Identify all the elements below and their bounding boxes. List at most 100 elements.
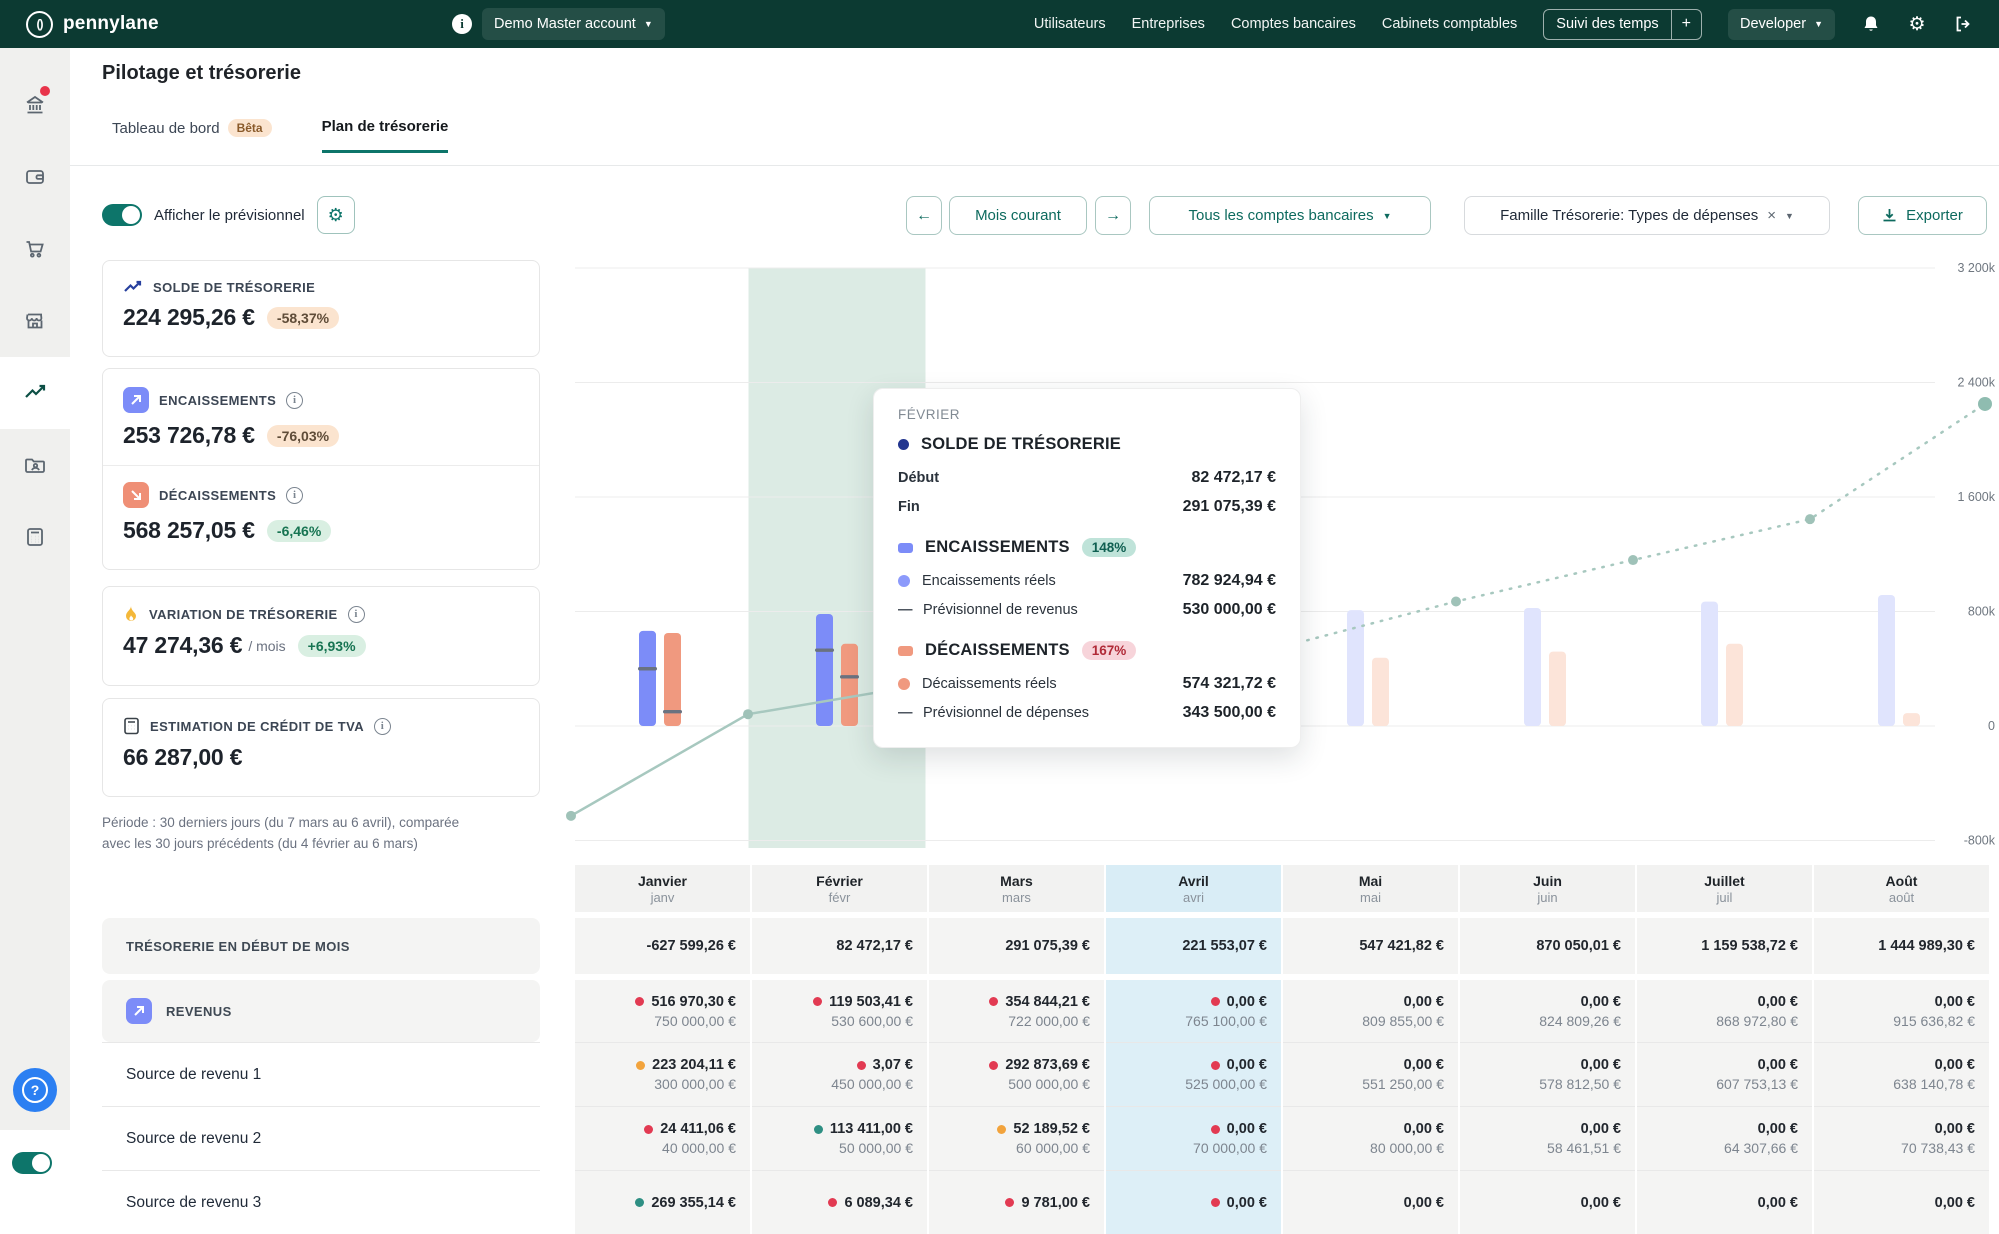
tooltip-value: 343 500,00 €: [1183, 704, 1276, 722]
sidebar-item-accounting[interactable]: [0, 501, 70, 573]
source-row-label[interactable]: Source de revenu 1: [102, 1042, 540, 1106]
controls-row: Afficher le prévisionnel ⚙ ← Mois couran…: [70, 196, 1999, 236]
treasury-start-cell: 221 553,07 €: [1106, 918, 1281, 974]
chevron-down-icon: ▼: [1785, 211, 1794, 221]
revenue-cell: 0,00 €607 753,13 €: [1637, 1042, 1812, 1106]
clear-filter-icon[interactable]: ×: [1767, 207, 1776, 224]
calculator-icon: [123, 717, 140, 735]
kpi-value: 253 726,78 €: [123, 422, 255, 449]
bar-encaissements: [639, 631, 656, 726]
outflow-arrow-icon: [123, 482, 149, 508]
cell-actual-value: 0,00 €: [1935, 1057, 1975, 1073]
sidebar-item-wallet[interactable]: [0, 141, 70, 213]
sidebar-item-bank[interactable]: [0, 69, 70, 141]
table-column-header[interactable]: Marsmars: [929, 865, 1104, 912]
nav-link-entreprises[interactable]: Entreprises: [1132, 16, 1205, 32]
tab-tableau-de-bord[interactable]: Tableau de bord Bêta: [112, 118, 272, 153]
nav-link-utilisateurs[interactable]: Utilisateurs: [1034, 16, 1106, 32]
sidebar-item-contacts[interactable]: [0, 429, 70, 501]
chart-tooltip: FÉVRIER SOLDE DE TRÉSORERIE Début82 472,…: [873, 388, 1301, 748]
export-button-label: Exporter: [1906, 207, 1963, 224]
export-button[interactable]: Exporter: [1858, 196, 1987, 235]
table-column-header[interactable]: Avrilavri: [1106, 865, 1281, 912]
bank-accounts-filter[interactable]: Tous les comptes bancaires ▼: [1149, 196, 1431, 235]
sidebar-item-sales[interactable]: [0, 285, 70, 357]
red-status-dot-icon: [1211, 1061, 1220, 1070]
gear-icon[interactable]: ⚙: [1907, 14, 1927, 34]
cell-value: 547 421,82 €: [1359, 938, 1444, 954]
column-month: Juin: [1533, 873, 1562, 889]
tooltip-label: Prévisionnel de dépenses: [923, 705, 1089, 721]
tab-label: Tableau de bord: [112, 120, 220, 137]
period-note-line2: avec les 30 jours précédents (du 4 févri…: [102, 834, 540, 855]
info-icon[interactable]: i: [348, 606, 365, 623]
table-column-header[interactable]: Juinjuin: [1460, 865, 1635, 912]
table-column-header[interactable]: Aoûtaoût: [1814, 865, 1989, 912]
table-column-header[interactable]: Janvierjanv: [575, 865, 750, 912]
cell-actual-value: 0,00 €: [1935, 994, 1975, 1010]
table-column-header[interactable]: Maimai: [1283, 865, 1458, 912]
table-column-header[interactable]: Févrierfévr: [752, 865, 927, 912]
info-icon[interactable]: i: [374, 718, 391, 735]
bar-decaissements: [1549, 652, 1566, 726]
solde-end-point: [1978, 397, 1992, 411]
red-status-dot-icon: [813, 997, 822, 1006]
cell-value: 1 444 989,30 €: [1878, 938, 1975, 954]
chevron-down-icon: ▼: [1814, 19, 1823, 29]
time-tracking-add-button[interactable]: +: [1671, 10, 1701, 39]
source-row-label[interactable]: Source de revenu 2: [102, 1106, 540, 1170]
cell-actual-value: 516 970,30 €: [635, 994, 736, 1010]
table-column-header[interactable]: Juilletjuil: [1637, 865, 1812, 912]
revenues-row-label[interactable]: REVENUS: [102, 980, 540, 1042]
red-status-dot-icon: [989, 1061, 998, 1070]
bell-icon[interactable]: [1861, 14, 1881, 34]
bar-encaissements: [1878, 595, 1895, 726]
nav-link-comptes-bancaires[interactable]: Comptes bancaires: [1231, 16, 1356, 32]
period-note-line1: Période : 30 derniers jours (du 7 mars a…: [102, 813, 540, 834]
info-icon[interactable]: i: [286, 487, 303, 504]
logout-icon[interactable]: [1953, 14, 1973, 34]
sidebar: ?: [0, 48, 70, 1130]
cell-value: 221 553,07 €: [1182, 938, 1267, 954]
revenue-cell: 0,00 €: [1637, 1170, 1812, 1234]
sidebar-item-purchases[interactable]: [0, 213, 70, 285]
treasury-start-cell: 291 075,39 €: [929, 918, 1104, 974]
current-month-button[interactable]: Mois courant: [949, 196, 1087, 235]
tick-previsionnel-revenus: [815, 648, 834, 651]
time-tracking-control: Suivi des temps +: [1543, 9, 1702, 40]
family-filter[interactable]: Famille Trésorerie: Types de dépenses × …: [1464, 196, 1830, 235]
tab-plan-de-tresorerie[interactable]: Plan de trésorerie: [322, 118, 449, 153]
forecast-toggle[interactable]: [102, 204, 142, 226]
cell-actual-value: 0,00 €: [1935, 1121, 1975, 1137]
info-icon[interactable]: i: [452, 14, 472, 34]
bar-encaissements: [1524, 608, 1541, 726]
flame-icon: [123, 605, 139, 623]
source-row-label[interactable]: Source de revenu 3: [102, 1170, 540, 1234]
nav-link-cabinets-comptables[interactable]: Cabinets comptables: [1382, 16, 1517, 32]
dot-icon: [898, 575, 910, 587]
next-month-button[interactable]: →: [1095, 196, 1131, 235]
brand-name: pennylane: [63, 13, 159, 35]
treasury-start-label: TRÉSORERIE EN DÉBUT DE MOIS: [102, 918, 540, 974]
chevron-down-icon: ▼: [1383, 211, 1392, 221]
cell-actual-value: 354 844,21 €: [989, 994, 1090, 1010]
period-note: Période : 30 derniers jours (du 7 mars a…: [102, 813, 540, 855]
sidebar-item-analytics[interactable]: [0, 357, 70, 429]
bottom-left-toggle[interactable]: [12, 1152, 52, 1174]
forecast-settings-button[interactable]: ⚙: [317, 196, 355, 234]
previous-month-button[interactable]: ←: [906, 196, 942, 235]
cell-actual-value: 292 873,69 €: [989, 1057, 1090, 1073]
developer-menu[interactable]: Developer ▼: [1728, 9, 1835, 40]
time-tracking-button[interactable]: Suivi des temps: [1544, 10, 1670, 39]
account-selector[interactable]: Demo Master account ▼: [482, 8, 665, 40]
tooltip-enc-title: ENCAISSEMENTS: [925, 538, 1070, 557]
cell-actual-value: 9 781,00 €: [1005, 1195, 1090, 1211]
cell-forecast-value: 607 753,13 €: [1716, 1076, 1798, 1092]
column-month: Février: [816, 873, 863, 889]
kpi-value: 224 295,26 €: [123, 304, 255, 331]
help-button[interactable]: ?: [13, 1068, 57, 1112]
cell-forecast-value: 809 855,00 €: [1362, 1013, 1444, 1029]
bank-accounts-filter-label: Tous les comptes bancaires: [1188, 207, 1373, 224]
info-icon[interactable]: i: [286, 392, 303, 409]
cell-actual-value: 0,00 €: [1581, 1195, 1621, 1211]
